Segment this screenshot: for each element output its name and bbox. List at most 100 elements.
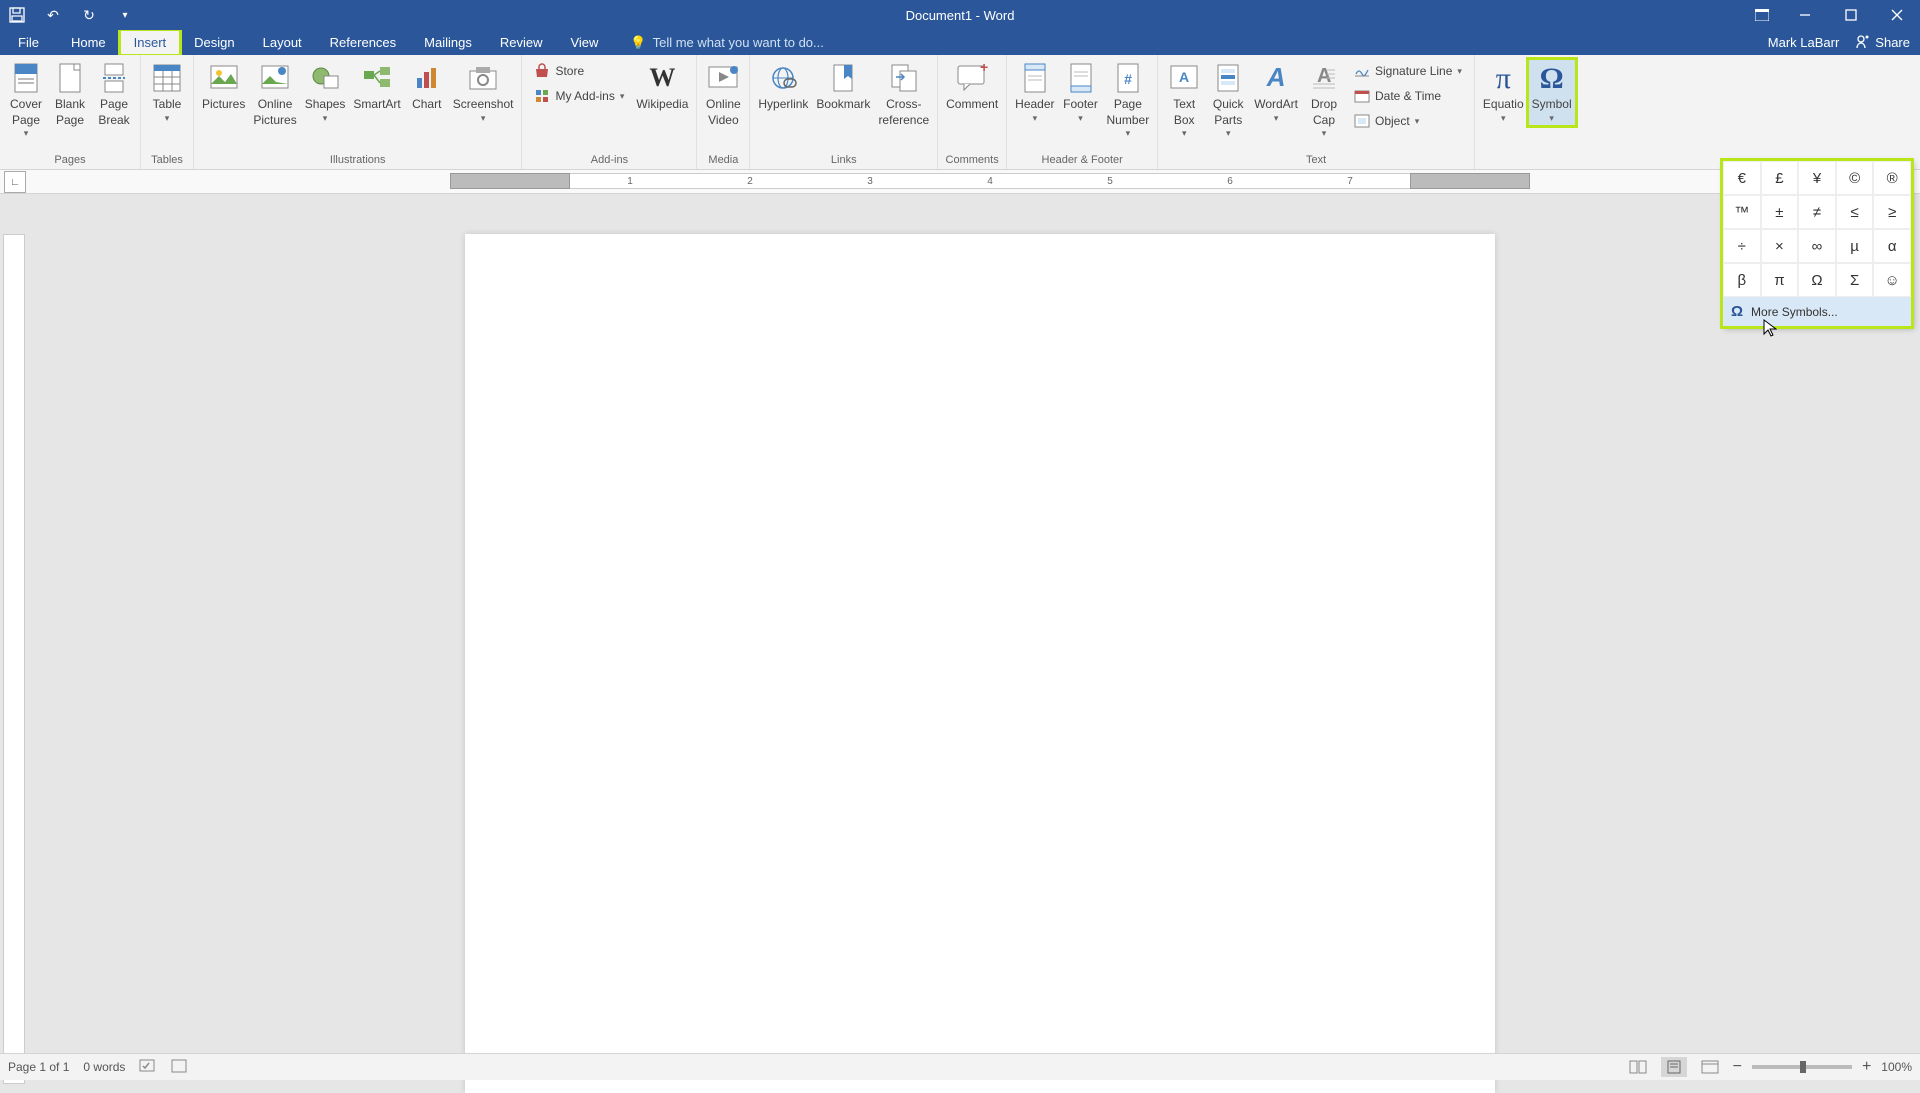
tab-mailings[interactable]: Mailings [410, 30, 486, 55]
symbol-smiley[interactable]: ☺ [1873, 263, 1911, 297]
zoom-out-button[interactable]: − [1733, 1058, 1742, 1076]
close-button[interactable] [1874, 0, 1920, 30]
document-page[interactable] [465, 234, 1495, 1093]
hyperlink-button[interactable]: Hyperlink [754, 59, 812, 115]
symbol-omega[interactable]: Ω [1798, 263, 1836, 297]
symbol-greaterequal[interactable]: ≥ [1873, 195, 1911, 229]
share-button[interactable]: Share [1855, 33, 1910, 52]
redo-icon[interactable]: ↻ [80, 6, 98, 24]
symbol-beta[interactable]: β [1723, 263, 1761, 297]
group-tables-label: Tables [145, 152, 189, 169]
page-number-button[interactable]: # Page Number ▾ [1103, 59, 1154, 142]
chevron-down-icon: ▾ [481, 113, 486, 125]
signature-line-button[interactable]: Signature Line ▾ [1350, 59, 1466, 83]
symbol-lessequal[interactable]: ≤ [1836, 195, 1874, 229]
symbol-plusminus[interactable]: ± [1761, 195, 1799, 229]
header-button[interactable]: Header ▾ [1011, 59, 1058, 126]
comment-button[interactable]: + Comment [942, 59, 1002, 115]
tab-layout[interactable]: Layout [249, 30, 316, 55]
horizontal-ruler[interactable]: 1 2 3 4 5 6 7 [450, 172, 1530, 190]
spelling-icon[interactable] [139, 1059, 157, 1076]
symbol-registered[interactable]: ® [1873, 161, 1911, 195]
wikipedia-button[interactable]: W Wikipedia [632, 59, 692, 115]
symbol-micro[interactable]: µ [1836, 229, 1874, 263]
cover-page-button[interactable]: Cover Page ▾ [4, 59, 48, 142]
comment-label: Comment [946, 97, 998, 113]
zoom-slider[interactable] [1752, 1065, 1852, 1069]
symbol-trademark[interactable]: ™ [1723, 195, 1761, 229]
symbol-multiply[interactable]: × [1761, 229, 1799, 263]
header-icon [1018, 61, 1052, 95]
pictures-button[interactable]: Pictures [198, 59, 249, 115]
store-button[interactable]: Store [530, 59, 628, 83]
tab-insert[interactable]: Insert [120, 30, 181, 55]
tab-design[interactable]: Design [180, 30, 248, 55]
more-symbols-button[interactable]: Ω More Symbols... [1723, 297, 1911, 326]
read-mode-button[interactable] [1625, 1057, 1651, 1077]
online-pictures-button[interactable]: Online Pictures [249, 59, 300, 130]
symbol-pi[interactable]: π [1761, 263, 1799, 297]
group-pages: Cover Page ▾ Blank Page Page Break Pages [0, 55, 141, 169]
table-button[interactable]: Table ▾ [145, 59, 189, 126]
equation-button[interactable]: π Equatio ▾ [1479, 59, 1528, 126]
quick-parts-button[interactable]: Quick Parts ▾ [1206, 59, 1250, 142]
page-indicator[interactable]: Page 1 of 1 [8, 1060, 69, 1074]
drop-cap-button[interactable]: A Drop Cap ▾ [1302, 59, 1346, 142]
web-layout-button[interactable] [1697, 1057, 1723, 1077]
blank-page-button[interactable]: Blank Page [48, 59, 92, 130]
page-break-icon [97, 61, 131, 95]
text-box-button[interactable]: A Text Box ▾ [1162, 59, 1206, 142]
word-count[interactable]: 0 words [83, 1060, 125, 1074]
zoom-level[interactable]: 100% [1881, 1060, 1912, 1074]
cross-reference-button[interactable]: Cross- reference [874, 59, 933, 130]
wordart-button[interactable]: A WordArt ▾ [1250, 59, 1302, 126]
tab-review[interactable]: Review [486, 30, 557, 55]
chevron-down-icon: ▾ [1549, 113, 1554, 125]
tab-home[interactable]: Home [57, 30, 120, 55]
smartart-button[interactable]: SmartArt [349, 59, 404, 115]
tab-file[interactable]: File [0, 30, 57, 55]
my-addins-button[interactable]: My Add-ins ▾ [530, 84, 628, 108]
symbol-copyright[interactable]: © [1836, 161, 1874, 195]
footer-button[interactable]: Footer ▾ [1059, 59, 1103, 126]
tab-selector[interactable]: ∟ [4, 171, 26, 193]
qat-customize-icon[interactable]: ▾ [116, 6, 134, 24]
ruler-mark: 3 [810, 173, 930, 189]
date-time-button[interactable]: Date & Time [1350, 84, 1466, 108]
zoom-in-button[interactable]: + [1862, 1058, 1871, 1076]
tab-references[interactable]: References [316, 30, 410, 55]
tell-me-search[interactable]: 💡 Tell me what you want to do... [612, 30, 823, 55]
page-break-button[interactable]: Page Break [92, 59, 136, 130]
smartart-icon [360, 61, 394, 95]
symbol-button[interactable]: Ω Symbol ▾ [1528, 59, 1576, 126]
undo-icon[interactable]: ↶ [44, 6, 62, 24]
symbol-infinity[interactable]: ∞ [1798, 229, 1836, 263]
symbol-alpha[interactable]: α [1873, 229, 1911, 263]
minimize-button[interactable] [1782, 0, 1828, 30]
symbol-pound[interactable]: £ [1761, 161, 1799, 195]
bookmark-button[interactable]: Bookmark [812, 59, 874, 115]
object-button[interactable]: Object ▾ [1350, 109, 1466, 133]
date-time-icon [1354, 88, 1370, 104]
ribbon-display-options-icon[interactable] [1742, 0, 1782, 30]
symbol-euro[interactable]: € [1723, 161, 1761, 195]
quick-parts-icon [1211, 61, 1245, 95]
tab-view[interactable]: View [556, 30, 612, 55]
chart-button[interactable]: Chart [405, 59, 449, 115]
print-layout-button[interactable] [1661, 1057, 1687, 1077]
group-illustrations: Pictures Online Pictures Shapes ▾ Smart [194, 55, 522, 169]
online-video-button[interactable]: Online Video [701, 59, 745, 130]
symbol-notequal[interactable]: ≠ [1798, 195, 1836, 229]
save-icon[interactable] [8, 6, 26, 24]
symbol-yen[interactable]: ¥ [1798, 161, 1836, 195]
shapes-button[interactable]: Shapes ▾ [301, 59, 350, 126]
vertical-ruler[interactable] [3, 234, 25, 1084]
blank-page-icon [53, 61, 87, 95]
macro-icon[interactable] [171, 1059, 187, 1076]
symbol-sigma[interactable]: Σ [1836, 263, 1874, 297]
symbol-icon: Ω [1535, 61, 1569, 95]
user-name[interactable]: Mark LaBarr [1768, 35, 1840, 50]
maximize-button[interactable] [1828, 0, 1874, 30]
symbol-divide[interactable]: ÷ [1723, 229, 1761, 263]
screenshot-button[interactable]: Screenshot ▾ [449, 59, 518, 126]
